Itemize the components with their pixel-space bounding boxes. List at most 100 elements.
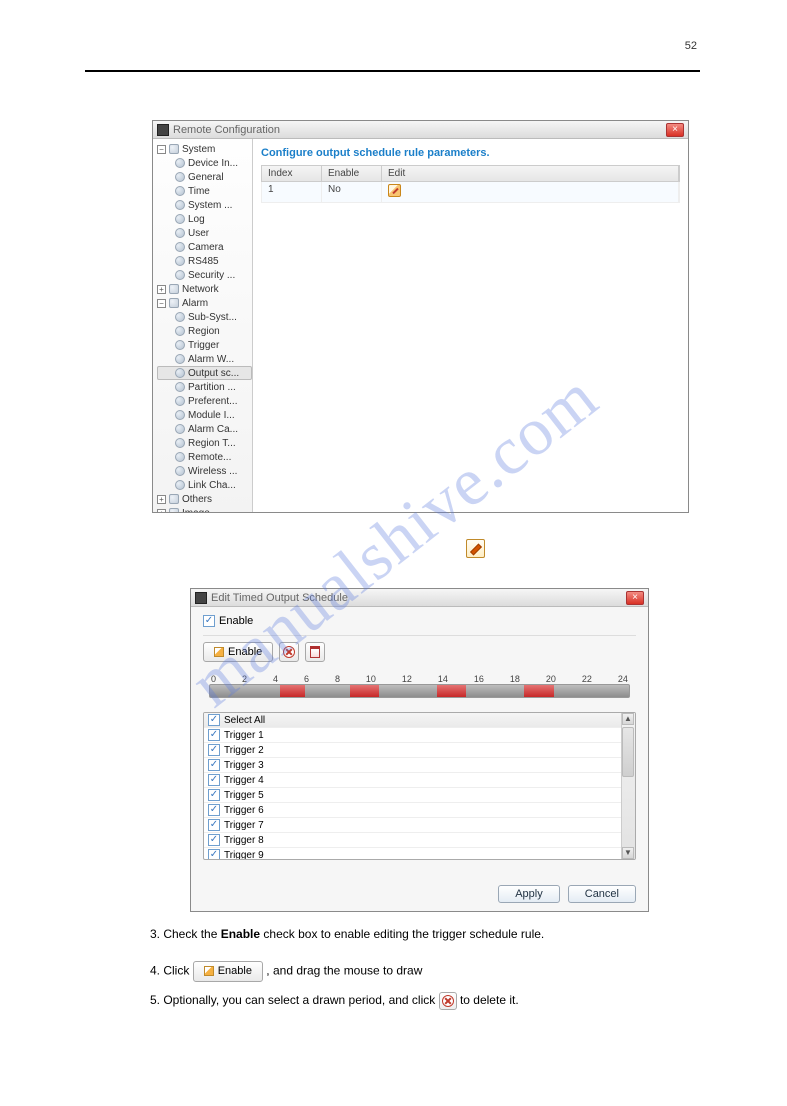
tree-item[interactable]: User <box>157 226 252 240</box>
trigger-checkbox[interactable] <box>208 744 220 756</box>
col-enable: Enable <box>322 166 382 181</box>
cell-enable: No <box>322 182 382 202</box>
trigger-label: Trigger 1 <box>224 730 264 741</box>
enable-label: Enable <box>219 615 253 627</box>
trigger-checkbox[interactable] <box>208 789 220 801</box>
trigger-list[interactable]: Select All Trigger 1 Trigger 2 Trigger 3 Tr… <box>203 712 636 860</box>
timeline-segment[interactable] <box>350 685 379 697</box>
trigger-label: Trigger 4 <box>224 775 264 786</box>
delete-button-inline <box>439 992 457 1010</box>
trigger-label: Trigger 5 <box>224 790 264 801</box>
tree-node-image[interactable]: +Image <box>157 506 252 512</box>
tree-item[interactable]: Remote... <box>157 450 252 464</box>
tree-item[interactable]: Alarm Ca... <box>157 422 252 436</box>
scroll-down-icon[interactable]: ▼ <box>622 847 634 859</box>
trigger-checkbox[interactable] <box>208 834 220 846</box>
header-rule <box>85 70 700 72</box>
trigger-checkbox[interactable] <box>208 804 220 816</box>
tree-node-others[interactable]: +Others <box>157 492 252 506</box>
tree-item[interactable]: General <box>157 170 252 184</box>
tree-item[interactable]: Device In... <box>157 156 252 170</box>
timeline-ticks: 024 6810 121416 182022 24 <box>209 674 630 684</box>
timeline[interactable]: 024 6810 121416 182022 24 <box>203 670 636 702</box>
cancel-button[interactable]: Cancel <box>568 885 636 903</box>
pencil-icon <box>214 647 224 657</box>
titlebar: Edit Timed Output Schedule × <box>191 589 648 607</box>
apply-button[interactable]: Apply <box>498 885 560 903</box>
tree-node-system[interactable]: −System <box>157 142 252 156</box>
timeline-bar[interactable] <box>209 684 630 698</box>
tree-item-selected[interactable]: Output sc... <box>157 366 252 380</box>
trigger-row[interactable]: Trigger 4 <box>204 773 635 788</box>
window-title: Remote Configuration <box>173 124 280 136</box>
scroll-thumb[interactable] <box>622 727 634 777</box>
tree-node-alarm[interactable]: −Alarm <box>157 296 252 310</box>
table-header: Index Enable Edit <box>261 165 680 182</box>
trigger-label: Trigger 7 <box>224 820 264 831</box>
trigger-row[interactable]: Trigger 9 <box>204 848 635 860</box>
tree-item[interactable]: Region T... <box>157 436 252 450</box>
scroll-up-icon[interactable]: ▲ <box>622 713 634 725</box>
trigger-row[interactable]: Trigger 1 <box>204 728 635 743</box>
timeline-segment[interactable] <box>524 685 553 697</box>
titlebar: Remote Configuration × <box>153 121 688 139</box>
trigger-row[interactable]: Trigger 3 <box>204 758 635 773</box>
tree-item[interactable]: Preferent... <box>157 394 252 408</box>
tree-item[interactable]: Camera <box>157 240 252 254</box>
tree-item[interactable]: Module I... <box>157 408 252 422</box>
tree-item[interactable]: Trigger <box>157 338 252 352</box>
close-icon[interactable]: × <box>626 591 644 605</box>
tree-item[interactable]: Link Cha... <box>157 478 252 492</box>
close-icon[interactable]: × <box>666 123 684 137</box>
trigger-label: Trigger 6 <box>224 805 264 816</box>
col-index: Index <box>262 166 322 181</box>
nav-tree[interactable]: −System Device In... General Time System… <box>153 139 253 512</box>
table-row[interactable]: 1 No <box>261 182 680 203</box>
select-all-checkbox[interactable] <box>208 714 220 726</box>
enable-checkbox-row[interactable]: Enable <box>203 615 636 627</box>
app-icon <box>195 592 207 604</box>
tree-item[interactable]: Security ... <box>157 268 252 282</box>
trigger-checkbox[interactable] <box>208 819 220 831</box>
trigger-label: Trigger 8 <box>224 835 264 846</box>
step-3-text: 3. Check the Enable check box to enable … <box>150 925 690 982</box>
trigger-checkbox[interactable] <box>208 729 220 741</box>
cell-edit[interactable] <box>382 182 679 202</box>
tree-node-network[interactable]: +Network <box>157 282 252 296</box>
timeline-segment[interactable] <box>437 685 466 697</box>
trigger-row[interactable]: Trigger 5 <box>204 788 635 803</box>
tree-item[interactable]: Alarm W... <box>157 352 252 366</box>
step-5-text: 5. Optionally, you can select a drawn pe… <box>150 991 690 1010</box>
tree-item[interactable]: RS485 <box>157 254 252 268</box>
app-icon <box>157 124 169 136</box>
enable-button[interactable]: Enable <box>203 642 273 662</box>
select-all-row[interactable]: Select All <box>204 713 635 728</box>
clear-all-button[interactable] <box>305 642 325 662</box>
tree-item[interactable]: Time <box>157 184 252 198</box>
edit-icon <box>466 539 485 558</box>
delete-segment-button[interactable] <box>279 642 299 662</box>
trigger-checkbox[interactable] <box>208 849 220 860</box>
remote-config-window: Remote Configuration × −System Device In… <box>152 120 689 513</box>
tree-item[interactable]: Wireless ... <box>157 464 252 478</box>
tree-item[interactable]: Log <box>157 212 252 226</box>
cell-index: 1 <box>262 182 322 202</box>
trigger-row[interactable]: Trigger 2 <box>204 743 635 758</box>
trigger-row[interactable]: Trigger 8 <box>204 833 635 848</box>
trigger-checkbox[interactable] <box>208 774 220 786</box>
trigger-checkbox[interactable] <box>208 759 220 771</box>
trigger-row[interactable]: Trigger 7 <box>204 818 635 833</box>
panel-title: Configure output schedule rule parameter… <box>261 147 680 159</box>
tree-item[interactable]: System ... <box>157 198 252 212</box>
tree-item[interactable]: Partition ... <box>157 380 252 394</box>
pencil-icon <box>204 966 214 976</box>
enable-checkbox[interactable] <box>203 615 215 627</box>
scrollbar[interactable]: ▲ ▼ <box>621 713 635 859</box>
tree-item[interactable]: Region <box>157 324 252 338</box>
tree-item[interactable]: Sub-Syst... <box>157 310 252 324</box>
trigger-label: Trigger 2 <box>224 745 264 756</box>
trash-icon <box>310 646 320 658</box>
trigger-row[interactable]: Trigger 6 <box>204 803 635 818</box>
timeline-segment[interactable] <box>280 685 305 697</box>
edit-icon[interactable] <box>388 184 401 197</box>
